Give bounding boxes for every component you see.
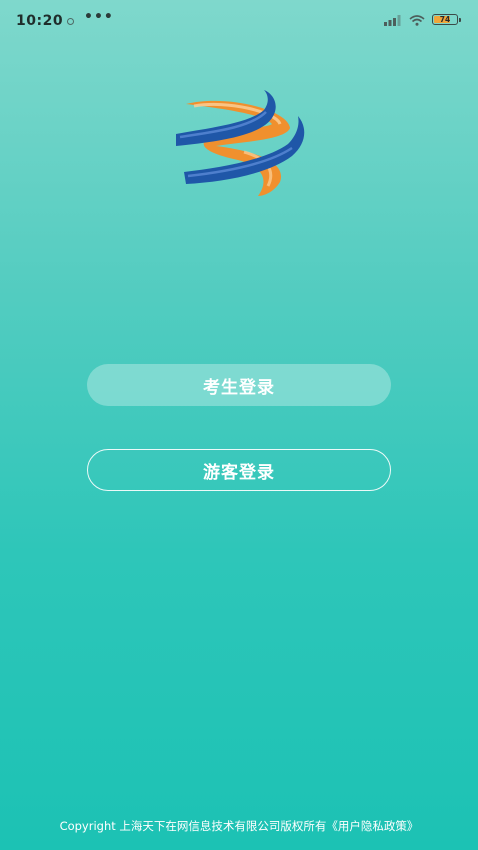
footer: Copyright 上海天下在网信息技术有限公司版权所有《用户隐私政策》	[0, 818, 478, 834]
status-bar: 10:20 ••• 74	[0, 0, 478, 40]
notification-dot-icon	[67, 18, 74, 25]
app-screen: 10:20 ••• 74 考生登录 游客登录 Copyright 上海天下在网信…	[0, 0, 478, 850]
wifi-icon	[409, 15, 425, 26]
student-login-label: 考生登录	[203, 377, 275, 398]
copyright-text: Copyright 上海天下在网信息技术有限公司版权所有	[59, 819, 327, 833]
student-login-button[interactable]: 考生登录	[87, 364, 391, 406]
privacy-policy-link[interactable]: 《用户隐私政策》	[326, 819, 418, 833]
battery-icon: 74	[432, 14, 461, 25]
guest-login-label: 游客登录	[203, 462, 275, 483]
status-time: 10:20	[16, 13, 64, 29]
more-notifications-icon: •••	[84, 9, 114, 25]
battery-level: 74	[439, 15, 451, 24]
guest-login-button[interactable]: 游客登录	[87, 449, 391, 491]
battery-cap	[459, 17, 461, 22]
app-logo	[176, 90, 305, 196]
signal-icon	[384, 15, 401, 26]
